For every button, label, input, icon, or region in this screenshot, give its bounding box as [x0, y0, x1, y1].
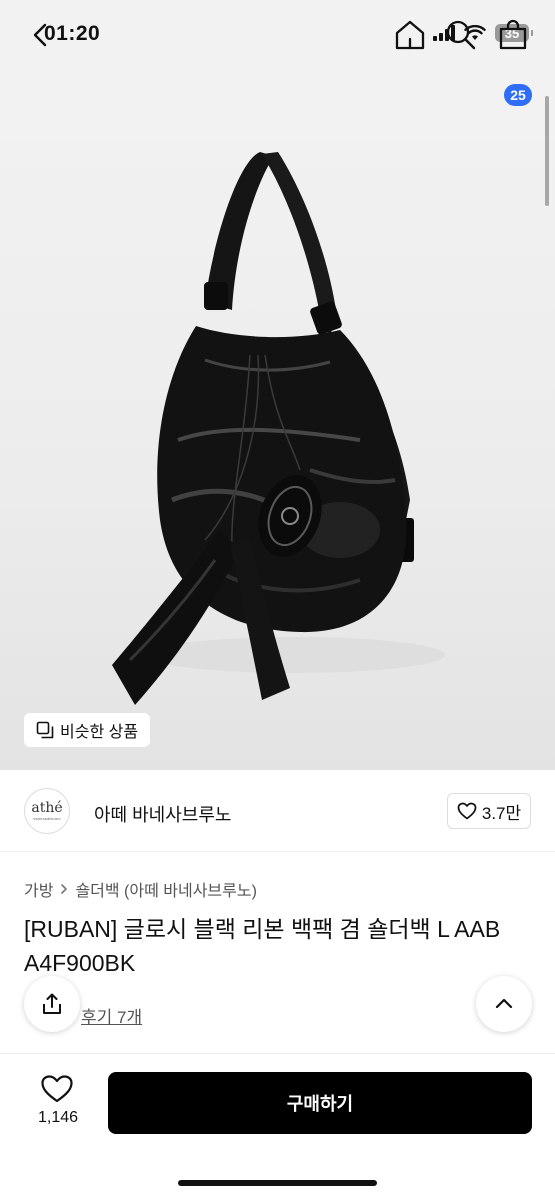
breadcrumb-subcategory[interactable]: 숄더백 (아떼 바네사브루노): [75, 877, 256, 901]
search-icon[interactable]: [444, 18, 478, 52]
scrollbar[interactable]: [545, 96, 549, 206]
cart-count-badge: 25: [504, 84, 532, 106]
breadcrumb-category[interactable]: 가방: [24, 877, 53, 901]
brand-like-button[interactable]: 3.7만: [447, 793, 531, 829]
bag-illustration: [112, 152, 445, 705]
scroll-top-button[interactable]: [476, 976, 532, 1032]
nav-bar: [0, 70, 555, 140]
chevron-right-icon: [61, 884, 68, 894]
similar-items-button[interactable]: 비슷한 상품: [24, 713, 151, 747]
brand-name[interactable]: 아떼 바네사브루노: [94, 801, 231, 827]
home-indicator: [178, 1180, 377, 1186]
product-image[interactable]: [0, 140, 555, 770]
brand-like-count: 3.7만: [481, 803, 522, 823]
brand-logo[interactable]: athé vanessabruno: [24, 788, 70, 834]
share-icon: [43, 993, 61, 1014]
buy-button[interactable]: 구매하기: [108, 1072, 532, 1134]
back-icon[interactable]: [26, 20, 56, 50]
share-button[interactable]: [24, 976, 80, 1032]
product-title: [RUBAN] 글로시 블랙 리본 백팩 겸 숄더백 L AAB A4F900B…: [24, 916, 501, 976]
home-icon[interactable]: [393, 18, 427, 52]
brand-logo-subtext: vanessabruno: [33, 816, 61, 821]
brand-logo-text: athé: [31, 800, 63, 816]
reviews-link[interactable]: 후기 7개: [81, 1003, 142, 1028]
brand-row[interactable]: athé vanessabruno 아떼 바네사브루노 3.7만: [0, 770, 555, 852]
cart-icon[interactable]: [496, 18, 530, 52]
similar-items-icon: [36, 721, 54, 739]
similar-items-label: 비슷한 상품: [60, 724, 139, 741]
wishlist-heart-icon[interactable]: [40, 1074, 74, 1104]
chevron-up-icon: [495, 998, 513, 1009]
heart-outline-icon: [457, 802, 477, 820]
wishlist-count: 1,146: [37, 1109, 79, 1126]
breadcrumb: 가방 숄더백 (아떼 바네사브루노): [24, 877, 257, 901]
